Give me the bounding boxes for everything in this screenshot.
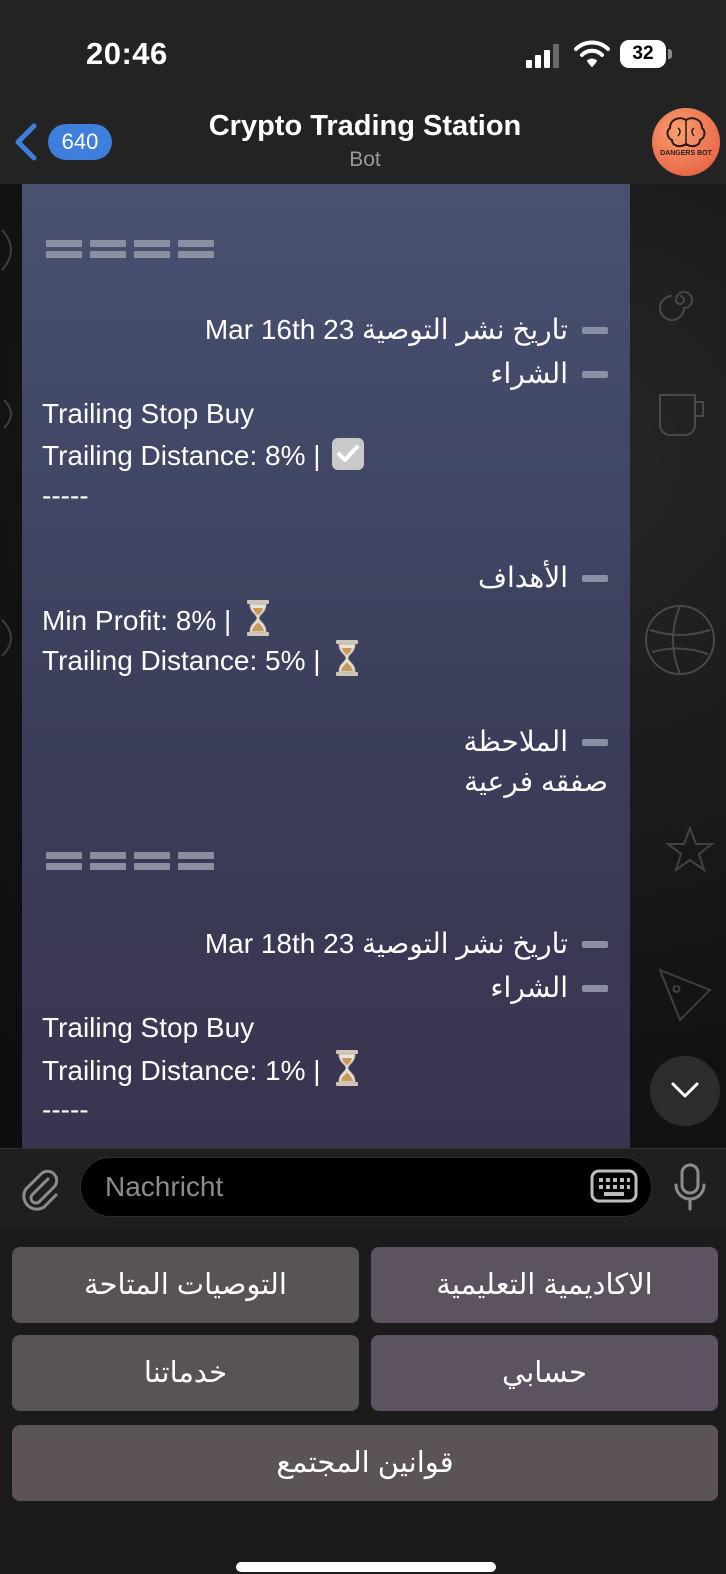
recommendation-date: تاريخ نشر التوصية Mar 16th 23 (205, 310, 608, 350)
swirl-doodle-icon (659, 291, 693, 321)
battery-level: 32 (620, 40, 666, 68)
pizza-doodle-icon (658, 968, 712, 1022)
message-bubble[interactable]: تاريخ نشر التوصية Mar 16th 23 الشراء Tra… (22, 184, 630, 1148)
cellular-signal-icon (526, 44, 559, 68)
chevron-down-icon (671, 1082, 699, 1098)
message-input-placeholder: Nachricht (105, 1171, 224, 1202)
targets-section-label: الأهداف (478, 558, 608, 598)
left-doodle-icon (1, 229, 12, 657)
bot-reply-keyboard: التوصيات المتاحة الاكاديمية التعليمية خد… (0, 1229, 726, 1574)
wifi-icon (574, 40, 610, 67)
divider-text: ----- (42, 480, 89, 511)
buy-trailing-distance: Trailing Distance: 1% | (42, 1050, 360, 1091)
order-type: Trailing Stop Buy (42, 398, 255, 429)
chat-title[interactable]: Crypto Trading Station (130, 110, 600, 143)
separator (46, 852, 214, 870)
back-button[interactable]: 640 (12, 118, 122, 166)
target-trailing-distance: Trailing Distance: 5% | (42, 640, 360, 681)
scroll-to-bottom-button[interactable] (650, 1056, 720, 1126)
buy-trailing-distance: Trailing Distance: 8% | (42, 436, 365, 476)
status-time: 20:46 (86, 36, 168, 71)
message-composer: Nachricht (0, 1148, 726, 1229)
globe-doodle-icon (645, 605, 715, 675)
buy-section-label: الشراء (490, 968, 608, 1008)
star-doodle-icon (665, 825, 715, 873)
paperclip-icon[interactable] (18, 1167, 62, 1211)
note-text: صفقه فرعية (464, 766, 608, 797)
brain-logo-icon (666, 117, 706, 148)
note-section-label: الملاحظة (464, 722, 608, 762)
bot-avatar[interactable]: DANGERS BOT (652, 108, 720, 176)
message-input[interactable]: Nachricht (80, 1157, 652, 1217)
chat-header: 640 Crypto Trading Station Bot DANGERS B… (0, 100, 726, 184)
avatar-logo-text: DANGERS BOT (660, 150, 712, 157)
divider-text: ----- (42, 1094, 89, 1125)
separator (46, 240, 214, 258)
available-recommendations-button[interactable]: التوصيات المتاحة (12, 1247, 359, 1323)
our-services-button[interactable]: خدماتنا (12, 1335, 359, 1411)
academy-button[interactable]: الاكاديمية التعليمية (371, 1247, 718, 1323)
status-bar: 20:46 32 (0, 0, 726, 100)
hourglass-icon (336, 640, 359, 676)
hourglass-icon (247, 600, 270, 636)
community-rules-button[interactable]: قوانين المجتمع (12, 1425, 718, 1501)
order-type: Trailing Stop Buy (42, 1012, 255, 1043)
microphone-icon[interactable] (672, 1163, 708, 1213)
battery-icon: 32 (620, 40, 672, 68)
min-profit: Min Profit: 8% | (42, 600, 271, 641)
buy-section-label: الشراء (490, 354, 608, 394)
unread-count-badge: 640 (48, 124, 112, 160)
cup-doodle-icon (659, 394, 704, 436)
check-box-icon (332, 438, 365, 470)
home-indicator[interactable] (236, 1562, 496, 1572)
recommendation-date: تاريخ نشر التوصية Mar 18th 23 (205, 924, 608, 964)
chat-subtitle: Bot (349, 148, 381, 171)
my-account-button[interactable]: حسابي (371, 1335, 718, 1411)
keyboard-icon[interactable] (590, 1169, 638, 1203)
chevron-left-icon (15, 123, 37, 161)
hourglass-icon (336, 1050, 359, 1086)
